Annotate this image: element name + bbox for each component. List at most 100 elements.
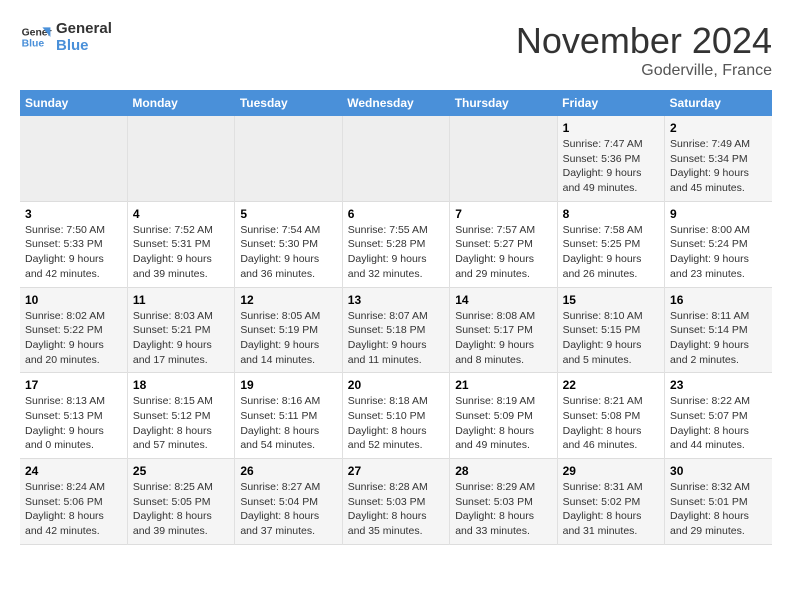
col-header-saturday: Saturday [665,90,772,116]
day-cell: 8 Sunrise: 7:58 AM Sunset: 5:25 PM Daylig… [557,201,664,287]
day-number: 3 [25,207,122,221]
day-info: Sunrise: 7:50 AM Sunset: 5:33 PM Dayligh… [25,223,122,282]
header: General Blue General Blue November 2024 … [20,20,772,80]
day-cell: 25 Sunrise: 8:25 AM Sunset: 5:05 PM Dayli… [127,459,234,545]
day-info: Sunrise: 8:15 AM Sunset: 5:12 PM Dayligh… [133,394,229,453]
week-row-5: 24 Sunrise: 8:24 AM Sunset: 5:06 PM Dayli… [20,459,772,545]
day-cell: 19 Sunrise: 8:16 AM Sunset: 5:11 PM Dayli… [235,373,342,459]
day-number: 15 [563,293,659,307]
day-cell: 15Sunrise: 8:10 AM Sunset: 5:15 PM Dayli… [557,287,664,373]
day-cell: 1Sunrise: 7:47 AM Sunset: 5:36 PM Daylig… [557,116,664,201]
day-number: 24 [25,464,122,478]
day-cell: 3 Sunrise: 7:50 AM Sunset: 5:33 PM Daylig… [20,201,127,287]
day-number: 2 [670,121,767,135]
day-number: 27 [348,464,444,478]
day-number: 22 [563,378,659,392]
day-cell: 22Sunrise: 8:21 AM Sunset: 5:08 PM Dayli… [557,373,664,459]
day-cell: 6Sunrise: 7:55 AM Sunset: 5:28 PM Daylig… [342,201,449,287]
month-title: November 2024 [516,20,772,62]
day-info: Sunrise: 8:25 AM Sunset: 5:05 PM Dayligh… [133,480,229,539]
day-info: Sunrise: 7:54 AM Sunset: 5:30 PM Dayligh… [240,223,336,282]
day-cell: 16 Sunrise: 8:11 AM Sunset: 5:14 PM Dayli… [665,287,772,373]
day-info: Sunrise: 7:57 AM Sunset: 5:27 PM Dayligh… [455,223,551,282]
day-cell: 27 Sunrise: 8:28 AM Sunset: 5:03 PM Dayli… [342,459,449,545]
day-info: Sunrise: 8:32 AM Sunset: 5:01 PM Dayligh… [670,480,767,539]
day-cell: 11 Sunrise: 8:03 AM Sunset: 5:21 PM Dayli… [127,287,234,373]
col-header-friday: Friday [557,90,664,116]
logo-line2: Blue [56,37,112,54]
day-number: 14 [455,293,551,307]
day-info: Sunrise: 7:52 AM Sunset: 5:31 PM Dayligh… [133,223,229,282]
day-info: Sunrise: 8:00 AM Sunset: 5:24 PM Dayligh… [670,223,767,282]
col-header-wednesday: Wednesday [342,90,449,116]
day-cell: 18 Sunrise: 8:15 AM Sunset: 5:12 PM Dayli… [127,373,234,459]
day-cell: 30 Sunrise: 8:32 AM Sunset: 5:01 PM Dayli… [665,459,772,545]
day-number: 9 [670,207,767,221]
day-info: Sunrise: 8:28 AM Sunset: 5:03 PM Dayligh… [348,480,444,539]
day-number: 20 [348,378,444,392]
day-number: 18 [133,378,229,392]
day-number: 12 [240,293,336,307]
day-cell: 10 Sunrise: 8:02 AM Sunset: 5:22 PM Dayli… [20,287,127,373]
day-info: Sunrise: 8:03 AM Sunset: 5:21 PM Dayligh… [133,309,229,368]
calendar-table: SundayMondayTuesdayWednesdayThursdayFrid… [20,90,772,545]
day-info: Sunrise: 8:11 AM Sunset: 5:14 PM Dayligh… [670,309,767,368]
day-info: Sunrise: 8:18 AM Sunset: 5:10 PM Dayligh… [348,394,444,453]
svg-text:Blue: Blue [22,39,45,50]
logo-icon: General Blue [20,21,52,53]
day-number: 26 [240,464,336,478]
week-row-3: 10 Sunrise: 8:02 AM Sunset: 5:22 PM Dayli… [20,287,772,373]
day-cell: 2 Sunrise: 7:49 AM Sunset: 5:34 PM Daylig… [665,116,772,201]
day-cell: 20 Sunrise: 8:18 AM Sunset: 5:10 PM Dayli… [342,373,449,459]
day-cell: 24 Sunrise: 8:24 AM Sunset: 5:06 PM Dayli… [20,459,127,545]
day-number: 25 [133,464,229,478]
day-number: 5 [240,207,336,221]
day-info: Sunrise: 8:05 AM Sunset: 5:19 PM Dayligh… [240,309,336,368]
day-cell: 14 Sunrise: 8:08 AM Sunset: 5:17 PM Dayli… [450,287,557,373]
day-info: Sunrise: 7:49 AM Sunset: 5:34 PM Dayligh… [670,137,767,196]
day-cell [235,116,342,201]
day-cell: 7Sunrise: 7:57 AM Sunset: 5:27 PM Daylig… [450,201,557,287]
header-row: SundayMondayTuesdayWednesdayThursdayFrid… [20,90,772,116]
day-cell: 12 Sunrise: 8:05 AM Sunset: 5:19 PM Dayli… [235,287,342,373]
col-header-monday: Monday [127,90,234,116]
day-cell [127,116,234,201]
col-header-tuesday: Tuesday [235,90,342,116]
day-number: 8 [563,207,659,221]
day-number: 6 [348,207,444,221]
day-number: 4 [133,207,229,221]
day-number: 11 [133,293,229,307]
day-info: Sunrise: 8:22 AM Sunset: 5:07 PM Dayligh… [670,394,767,453]
day-number: 19 [240,378,336,392]
day-number: 1 [563,121,659,135]
day-cell: 17 Sunrise: 8:13 AM Sunset: 5:13 PM Dayli… [20,373,127,459]
logo: General Blue General Blue [20,20,112,54]
day-number: 16 [670,293,767,307]
day-number: 17 [25,378,122,392]
day-info: Sunrise: 7:58 AM Sunset: 5:25 PM Dayligh… [563,223,659,282]
day-number: 28 [455,464,551,478]
logo-line1: General [56,20,112,37]
title-area: November 2024 Goderville, France [516,20,772,80]
day-cell [450,116,557,201]
day-cell [20,116,127,201]
day-cell: 4 Sunrise: 7:52 AM Sunset: 5:31 PM Daylig… [127,201,234,287]
col-header-sunday: Sunday [20,90,127,116]
day-cell [342,116,449,201]
day-info: Sunrise: 8:16 AM Sunset: 5:11 PM Dayligh… [240,394,336,453]
day-info: Sunrise: 8:27 AM Sunset: 5:04 PM Dayligh… [240,480,336,539]
day-cell: 9 Sunrise: 8:00 AM Sunset: 5:24 PM Daylig… [665,201,772,287]
day-info: Sunrise: 8:07 AM Sunset: 5:18 PM Dayligh… [348,309,444,368]
day-number: 29 [563,464,659,478]
day-info: Sunrise: 8:24 AM Sunset: 5:06 PM Dayligh… [25,480,122,539]
day-info: Sunrise: 8:13 AM Sunset: 5:13 PM Dayligh… [25,394,122,453]
day-info: Sunrise: 8:02 AM Sunset: 5:22 PM Dayligh… [25,309,122,368]
day-cell: 26 Sunrise: 8:27 AM Sunset: 5:04 PM Dayli… [235,459,342,545]
day-number: 13 [348,293,444,307]
day-number: 10 [25,293,122,307]
day-cell: 21Sunrise: 8:19 AM Sunset: 5:09 PM Dayli… [450,373,557,459]
day-number: 30 [670,464,767,478]
location: Goderville, France [516,62,772,80]
day-info: Sunrise: 8:08 AM Sunset: 5:17 PM Dayligh… [455,309,551,368]
day-cell: 5 Sunrise: 7:54 AM Sunset: 5:30 PM Daylig… [235,201,342,287]
